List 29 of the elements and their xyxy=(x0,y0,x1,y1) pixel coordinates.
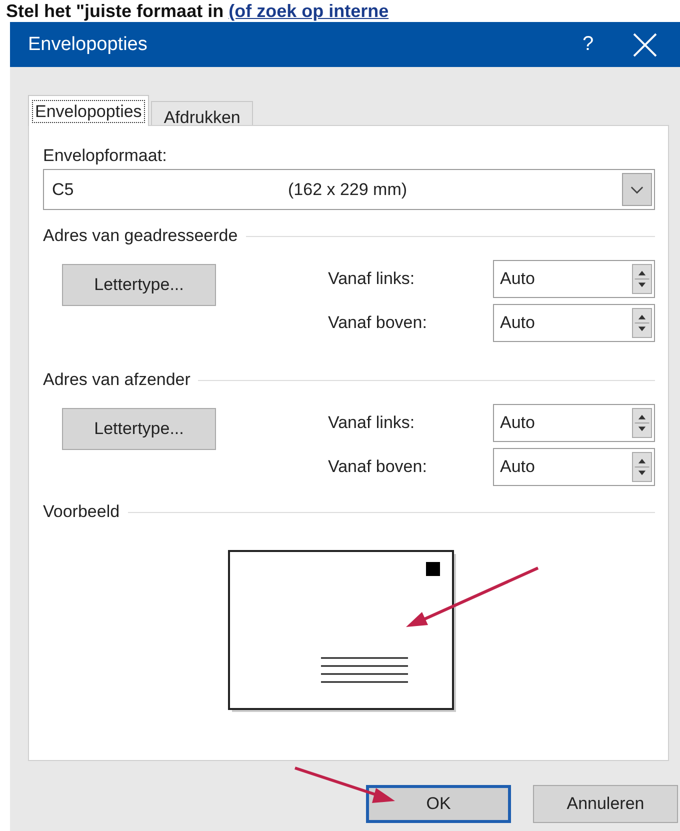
field-label: Vanaf boven: xyxy=(328,457,428,477)
spinner-arrows-icon[interactable] xyxy=(632,452,652,482)
spin-field[interactable]: Auto xyxy=(493,448,655,486)
help-button[interactable]: ? xyxy=(558,33,618,56)
spinner-arrows-icon[interactable] xyxy=(632,308,652,338)
close-icon[interactable] xyxy=(632,32,658,58)
spin-field[interactable]: Auto xyxy=(493,260,655,298)
envelope-size-dropdown[interactable]: C5 (162 x 229 mm) xyxy=(43,169,655,210)
tab[interactable]: Afdrukken xyxy=(150,101,254,125)
font-button[interactable]: Lettertype... xyxy=(62,408,216,450)
spin-field[interactable]: Auto xyxy=(493,304,655,342)
tab[interactable]: Envelopopties xyxy=(28,95,149,126)
group-heading: Adres van geadresseerde xyxy=(43,226,238,246)
field-label: Vanaf boven: xyxy=(328,313,428,333)
chevron-down-icon[interactable] xyxy=(622,173,652,206)
window-title: Envelopopties xyxy=(28,34,148,56)
group-heading: Adres van afzender xyxy=(43,370,190,390)
heading-text: Stel het "juiste formaat in xyxy=(6,1,224,21)
spinner-arrows-icon[interactable] xyxy=(632,408,652,438)
spinner-arrows-icon[interactable] xyxy=(632,264,652,294)
field-label: Vanaf links: xyxy=(328,269,416,289)
dialog-button[interactable]: Annuleren xyxy=(533,785,678,823)
dialog-button[interactable]: OK xyxy=(366,785,511,823)
heading-link[interactable]: (of zoek op interne xyxy=(228,1,389,21)
field-label: Envelopformaat: xyxy=(43,146,168,166)
spin-field[interactable]: Auto xyxy=(493,404,655,442)
group-heading: Voorbeeld xyxy=(43,502,120,522)
field-label: Vanaf links: xyxy=(328,413,416,433)
font-button[interactable]: Lettertype... xyxy=(62,264,216,306)
